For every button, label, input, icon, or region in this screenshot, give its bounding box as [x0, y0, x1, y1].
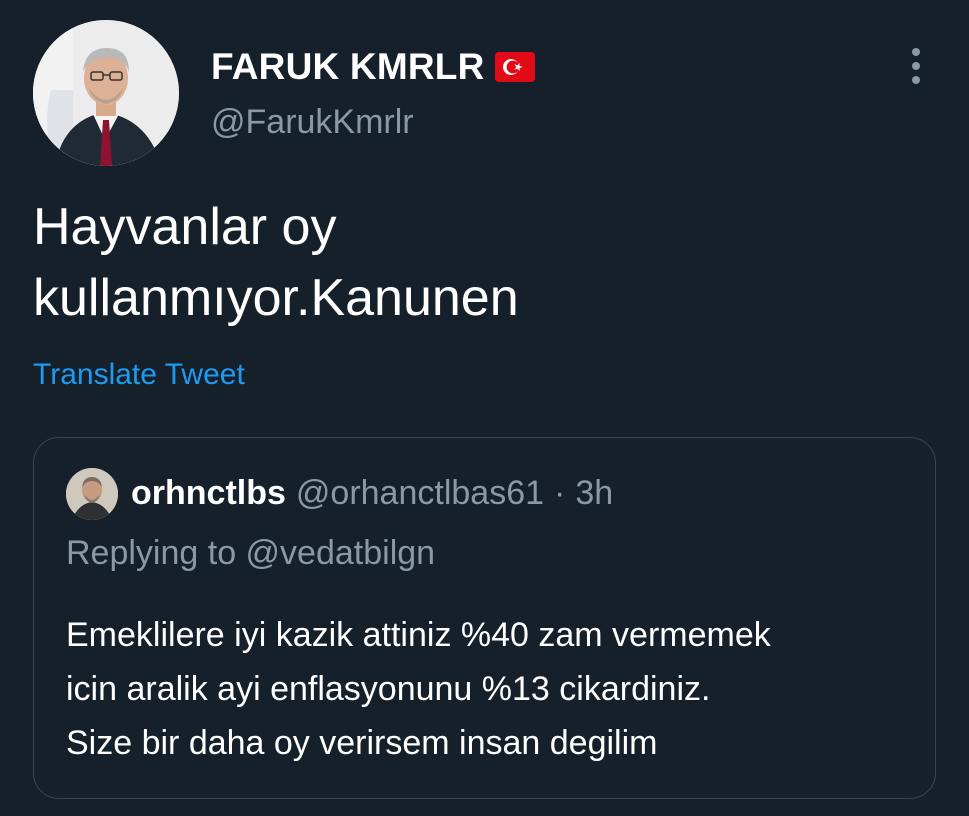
separator-dot: ·: [554, 474, 566, 512]
author-avatar[interactable]: [33, 20, 179, 166]
tweet-text-line: kullanmıyor.Kanunen: [33, 269, 519, 327]
turkey-flag-icon: [494, 52, 535, 82]
quoted-author-avatar-image: [66, 468, 118, 520]
tweet-text-line: Hayvanlar oy: [33, 198, 337, 256]
tweet-text: Hayvanlar oy kullanmıyor.Kanunen: [33, 192, 913, 334]
author-handle[interactable]: @FarukKmrlr: [211, 103, 414, 142]
translate-tweet-link[interactable]: Translate Tweet: [33, 358, 245, 392]
quoted-tweet-text: Emeklilere iyi kazik attiniz %40 zam ver…: [66, 608, 916, 770]
quoted-tweet-text-line: Size bir daha oy verirsem insan degilim: [66, 724, 658, 762]
more-options-button[interactable]: [896, 44, 936, 88]
tweet: FARUK KMRLR @FarukKmrlr Hayvanlar oy kul…: [0, 0, 969, 816]
author-avatar-image: [33, 20, 179, 166]
quoted-tweet-text-line: Emeklilere iyi kazik attiniz %40 zam ver…: [66, 616, 771, 654]
quoted-author-name[interactable]: orhnctlbs: [131, 474, 286, 513]
author-name-row: FARUK KMRLR: [211, 44, 535, 90]
quoted-author-handle[interactable]: @orhanctlbas61: [296, 474, 544, 513]
more-vertical-icon: [912, 48, 920, 84]
quoted-tweet-time[interactable]: 3h: [575, 474, 613, 513]
author-name[interactable]: FARUK KMRLR: [211, 46, 485, 88]
replying-to-label: Replying to @vedatbilgn: [66, 534, 436, 572]
quoted-author-avatar[interactable]: [66, 468, 118, 520]
quoted-tweet-text-line: icin aralik ayi enflasyonunu %13 cikardi…: [66, 670, 711, 708]
quoted-tweet-header: orhnctlbs @orhanctlbas61 · 3h: [131, 474, 613, 513]
quoted-tweet-card[interactable]: orhnctlbs @orhanctlbas61 · 3h Replying t…: [33, 437, 936, 799]
